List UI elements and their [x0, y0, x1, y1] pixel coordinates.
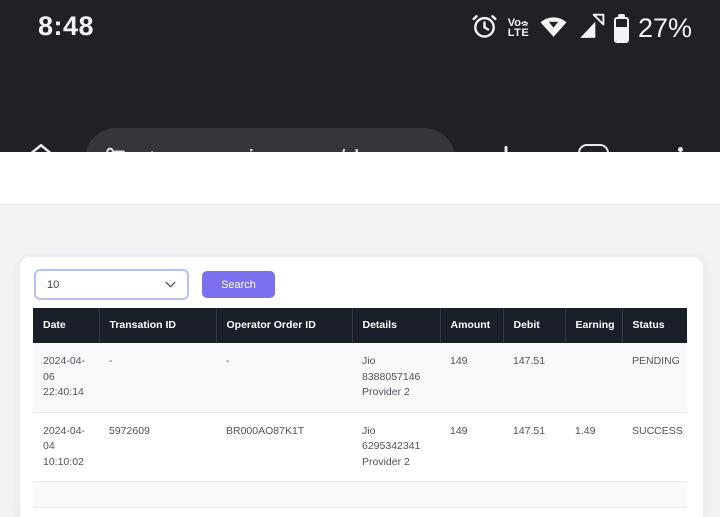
volte-icon: Vo LTE — [508, 18, 530, 38]
cell-status: SUCCESS — [622, 412, 687, 482]
cell-date: 2024-04-06 22:40:14 — [33, 343, 99, 412]
col-amount: Amount — [440, 308, 503, 343]
cell-amount: 149 — [440, 343, 503, 412]
table-row: 2024-04-04 10:10:02 5972609 BR000AO87K1T… — [33, 412, 687, 482]
cell-earning — [565, 343, 622, 412]
col-date: Date — [33, 308, 99, 343]
signal-icon — [577, 12, 605, 45]
battery-percent: 27% — [638, 13, 692, 44]
rows-per-page-value: 10 — [47, 279, 59, 291]
cell-operator-order-id: BR000AO87K1T — [216, 412, 352, 482]
cell-debit: 147.51 — [503, 412, 565, 482]
history-card: 10 Search Date Transation ID Operator Or… — [20, 257, 703, 517]
browser-toolbar: rtpanservice.com/das 2 — [0, 56, 720, 152]
cell-status: PENDING — [622, 343, 687, 412]
col-debit: Debit — [503, 308, 565, 343]
title-bar: Prepaid Recharge History / Prepaid Recha… — [0, 205, 720, 257]
cell-earning: 1.49 — [565, 412, 622, 482]
col-earning: Earning — [565, 308, 622, 343]
col-transaction-id: Transation ID — [99, 308, 216, 343]
col-status: Status — [622, 308, 687, 343]
app-header: Soumen paul RETAILER SOUME13717 — [0, 152, 720, 205]
recharge-history-table: Date Transation ID Operator Order ID Det… — [33, 308, 687, 508]
cell-amount: 149 — [440, 412, 503, 482]
battery-icon — [614, 14, 629, 43]
rows-per-page-select[interactable]: 10 — [34, 269, 189, 300]
cell-debit: 147.51 — [503, 343, 565, 412]
cell-transaction-id: 5972609 — [99, 412, 216, 482]
select-chevron-icon — [165, 281, 176, 288]
cell-details: Jio 8388057146 Provider 2 — [352, 343, 440, 412]
col-operator-order-id: Operator Order ID — [216, 308, 352, 343]
cell-operator-order-id: - — [216, 343, 352, 412]
cell-details: Jio 6295342341 Provider 2 — [352, 412, 440, 482]
browser-chrome: 8:48 Vo LTE — [0, 0, 720, 152]
col-details: Details — [352, 308, 440, 343]
table-row: 2024-04-06 22:40:14 - - Jio 8388057146 P… — [33, 343, 687, 412]
cell-transaction-id: - — [99, 343, 216, 412]
status-bar: 8:48 Vo LTE — [0, 0, 720, 56]
clock-time: 8:48 — [38, 11, 94, 42]
table-row-partial — [33, 482, 687, 508]
search-button[interactable]: Search — [202, 271, 275, 298]
table-header-row: Date Transation ID Operator Order ID Det… — [33, 308, 687, 343]
wifi-icon — [539, 11, 568, 45]
cell-date: 2024-04-04 10:10:02 — [33, 412, 99, 482]
alarm-icon — [470, 11, 499, 45]
